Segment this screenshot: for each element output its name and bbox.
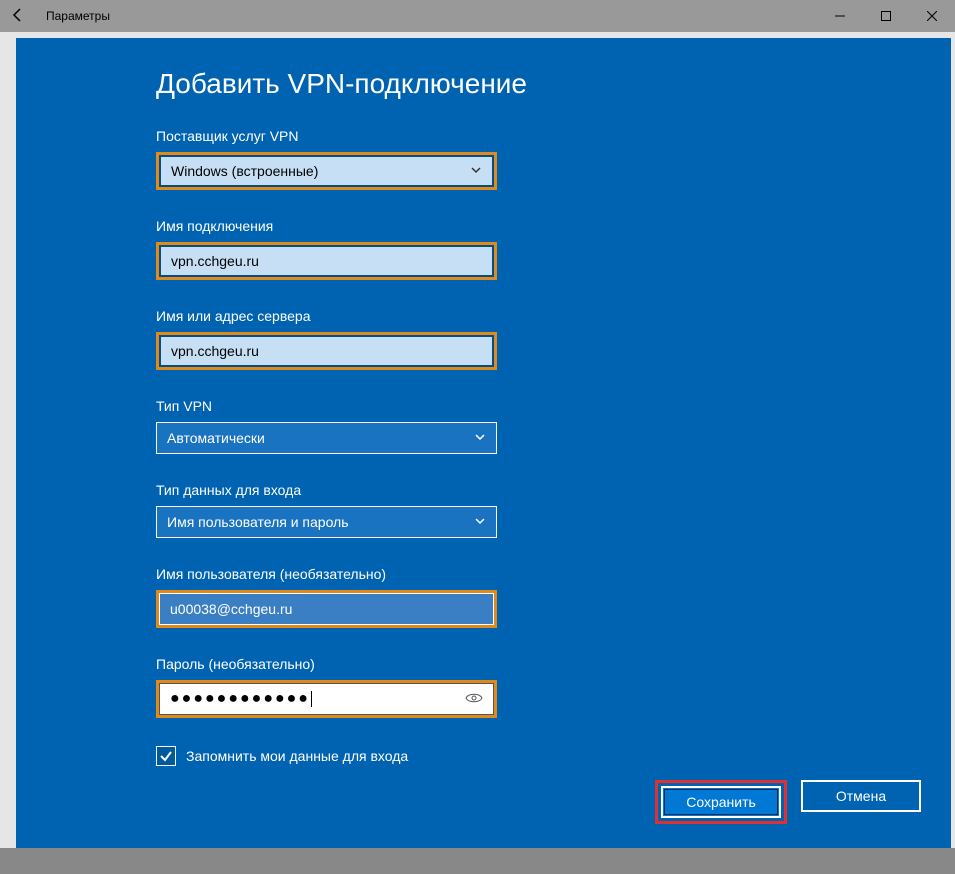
dialog-buttons: Сохранить Отмена [655,780,921,824]
remember-row: Запомнить мои данные для входа [156,746,951,766]
server-value: vpn.cchgeu.ru [171,343,259,359]
username-input[interactable]: u00038@cchgeu.ru [159,593,494,625]
save-button-label: Сохранить [686,794,756,810]
reveal-password-icon[interactable] [465,691,483,707]
highlight-server: vpn.cchgeu.ru [156,332,497,370]
chevron-down-icon [474,430,486,446]
vpn-type-label: Тип VPN [156,398,951,414]
highlight-provider: Windows (встроенные) [156,152,497,190]
save-button[interactable]: Сохранить [661,786,781,818]
password-input[interactable]: ●●●●●●●●●●●● [159,683,494,715]
titlebar: Параметры [0,0,955,32]
chevron-down-icon [474,514,486,530]
cancel-button[interactable]: Отмена [801,780,921,812]
back-button[interactable] [10,7,26,26]
provider-label: Поставщик услуг VPN [156,128,951,144]
username-label: Имя пользователя (необязательно) [156,566,951,582]
bottom-bar [0,848,955,874]
connection-name-input[interactable]: vpn.cchgeu.ru [159,245,494,277]
window-title: Параметры [46,9,110,23]
connection-name-value: vpn.cchgeu.ru [171,253,259,269]
signin-type-select[interactable]: Имя пользователя и пароль [156,506,497,538]
password-value: ●●●●●●●●●●●● [170,690,310,708]
highlight-save: Сохранить [655,780,787,824]
minimize-button[interactable] [817,0,863,32]
maximize-button[interactable] [863,0,909,32]
vpn-type-select[interactable]: Автоматически [156,422,497,454]
window-controls [817,0,955,32]
provider-select[interactable]: Windows (встроенные) [159,155,494,187]
vpn-type-value: Автоматически [167,430,265,446]
cancel-button-label: Отмена [836,788,886,804]
connection-name-label: Имя подключения [156,218,951,234]
dialog-title: Добавить VPN-подключение [156,68,951,100]
username-value: u00038@cchgeu.ru [170,601,292,617]
server-label: Имя или адрес сервера [156,308,951,324]
remember-checkbox[interactable] [156,746,176,766]
highlight-connection-name: vpn.cchgeu.ru [156,242,497,280]
vpn-dialog: Добавить VPN-подключение Поставщик услуг… [16,38,951,848]
remember-label: Запомнить мои данные для входа [186,748,408,764]
signin-type-label: Тип данных для входа [156,482,951,498]
highlight-username: u00038@cchgeu.ru [156,590,497,628]
close-button[interactable] [909,0,955,32]
server-input[interactable]: vpn.cchgeu.ru [159,335,494,367]
provider-value: Windows (встроенные) [171,163,318,179]
chevron-down-icon [470,163,482,179]
password-label: Пароль (необязательно) [156,656,951,672]
highlight-password: ●●●●●●●●●●●● [156,680,497,718]
text-cursor [311,691,312,707]
signin-type-value: Имя пользователя и пароль [167,514,349,530]
